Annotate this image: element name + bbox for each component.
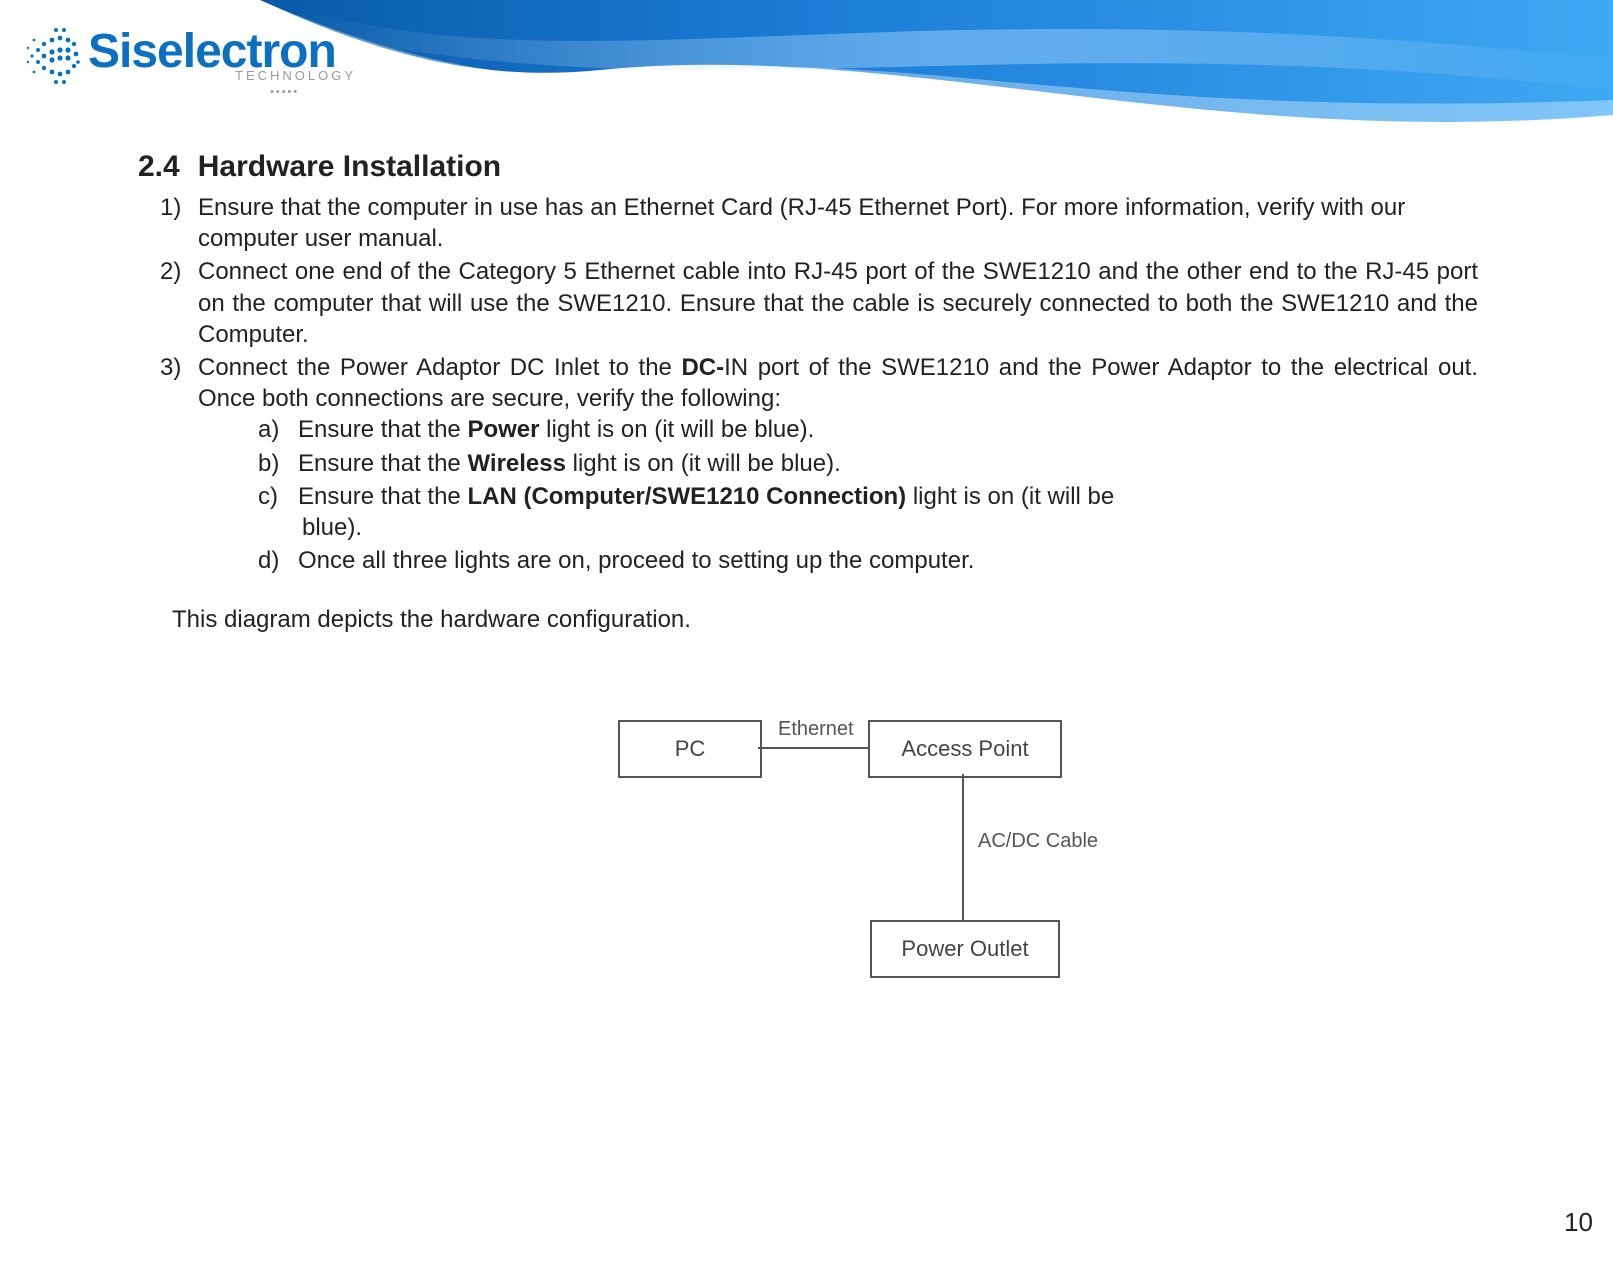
sub-b-pre: Ensure that the	[298, 450, 467, 477]
sub-a-bold: Power	[467, 416, 539, 443]
sub-c: Ensure that the LAN (Computer/SWE1210 Co…	[258, 481, 1478, 543]
brand-dots: •••••	[270, 86, 299, 98]
step-3-pre: Connect the Power Adaptor DC Inlet to th…	[198, 354, 681, 381]
step-3-bold: DC-	[681, 354, 724, 381]
diagram-box-access-point: Access Point	[868, 720, 1062, 778]
page-header-banner: Siselectron TECHNOLOGY •••••	[0, 0, 1613, 130]
sub-a-pre: Ensure that the	[298, 416, 467, 443]
brand-subtitle: TECHNOLOGY	[235, 68, 356, 83]
sub-c-bold: LAN (Computer/SWE1210 Connection)	[467, 483, 906, 510]
diagram-line-acdc	[962, 774, 964, 920]
page-content: 2.4 Hardware Installation Ensure that the…	[138, 150, 1478, 634]
brand-name: Siselectron	[88, 10, 336, 76]
step-2: Connect one end of the Category 5 Ethern…	[160, 256, 1478, 350]
diagram-label-ethernet: Ethernet	[778, 718, 854, 741]
step-3-sublist: Ensure that the Power light is on (it wi…	[258, 414, 1478, 576]
step-1-text: Ensure that the computer in use has an E…	[198, 194, 1405, 252]
section-heading: 2.4 Hardware Installation	[138, 150, 1478, 184]
sub-c-post: light is on (it will be	[906, 483, 1114, 510]
page-number: 10	[1564, 1207, 1593, 1238]
hardware-diagram: PC Access Point Power Outlet Ethernet AC…	[618, 720, 1138, 980]
section-title-text: Hardware Installation	[198, 150, 501, 183]
diagram-box-pc: PC	[618, 720, 762, 778]
sub-b-bold: Wireless	[467, 450, 566, 477]
diagram-caption: This diagram depicts the hardware config…	[172, 606, 1478, 634]
diagram-box-power-outlet: Power Outlet	[870, 920, 1060, 978]
sub-d: Once all three lights are on, proceed to…	[258, 545, 1478, 576]
step-2-text: Connect one end of the Category 5 Ethern…	[198, 258, 1478, 347]
diagram-line-ethernet	[758, 747, 868, 749]
sub-c-tail: blue).	[298, 514, 362, 541]
globe-icon	[14, 10, 82, 95]
sub-d-text: Once all three lights are on, proceed to…	[298, 547, 974, 574]
sub-a: Ensure that the Power light is on (it wi…	[258, 414, 1478, 445]
sub-b-post: light is on (it will be blue).	[566, 450, 841, 477]
sub-a-post: light is on (it will be blue).	[539, 416, 814, 443]
ordered-steps: Ensure that the computer in use has an E…	[160, 192, 1478, 576]
step-1: Ensure that the computer in use has an E…	[160, 192, 1478, 254]
diagram-label-acdc: AC/DC Cable	[978, 830, 1098, 853]
sub-b: Ensure that the Wireless light is on (it…	[258, 448, 1478, 479]
section-number: 2.4	[138, 150, 180, 183]
sub-c-pre: Ensure that the	[298, 483, 467, 510]
step-3: Connect the Power Adaptor DC Inlet to th…	[160, 352, 1478, 576]
